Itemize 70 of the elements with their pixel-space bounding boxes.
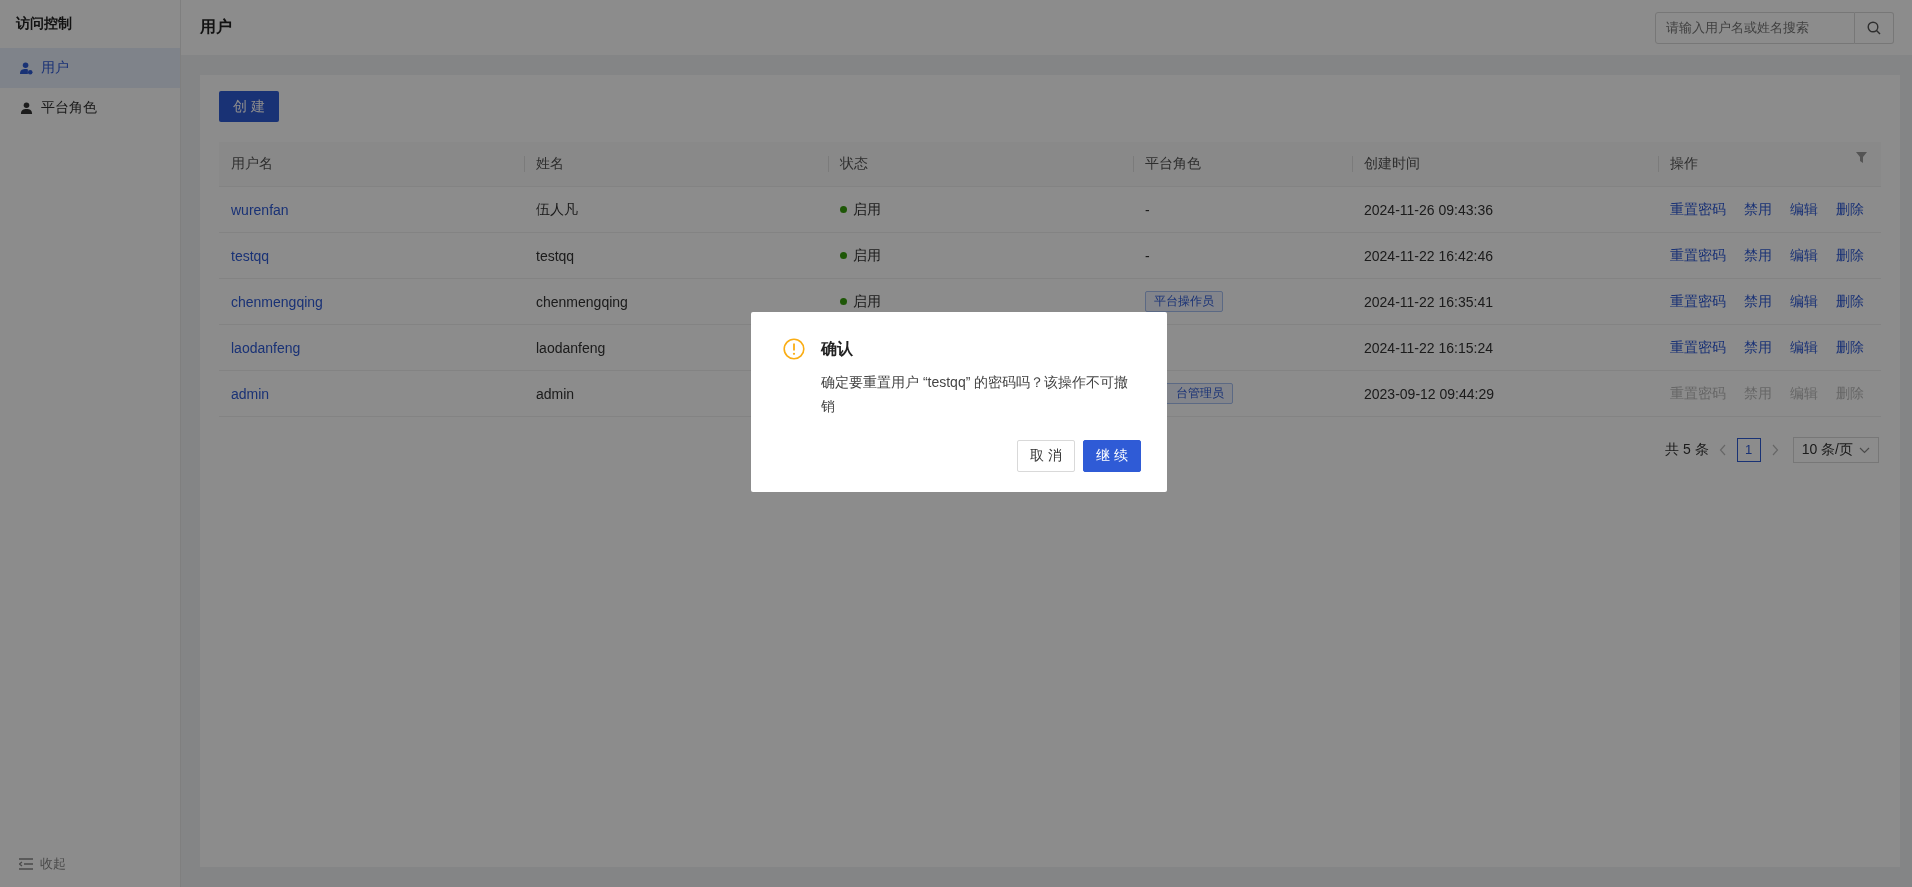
action-link[interactable]: 编辑 bbox=[1790, 246, 1818, 265]
user-icon bbox=[20, 61, 33, 75]
page-size-select[interactable]: 10 条/页 bbox=[1792, 437, 1879, 463]
dialog-message: 确定要重置用户 “testqq” 的密码吗？该操作不可撤销 bbox=[821, 373, 1129, 416]
continue-button[interactable]: 继 续 bbox=[1083, 440, 1141, 472]
status-dot bbox=[840, 298, 847, 305]
cancel-button[interactable]: 取 消 bbox=[1017, 440, 1076, 472]
action-link[interactable]: 重置密码 bbox=[1670, 338, 1726, 357]
table-cell: laodanfeng bbox=[536, 339, 606, 356]
user-icon bbox=[20, 101, 33, 115]
username-link[interactable]: wurenfan bbox=[231, 201, 289, 218]
action-link[interactable]: 禁用 bbox=[1744, 246, 1772, 265]
sidebar-item[interactable]: 平台角色 bbox=[0, 88, 180, 128]
table-cell: testqq bbox=[536, 247, 575, 264]
search-button[interactable] bbox=[1855, 11, 1894, 44]
table-cell: 2024-11-22 16:42:46 bbox=[1364, 247, 1493, 264]
total-count: 共 5 条 bbox=[1665, 441, 1709, 459]
action-link[interactable]: 编辑 bbox=[1790, 292, 1818, 311]
status-text: 启用 bbox=[853, 246, 881, 265]
table-cell: 2024-11-26 09:43:36 bbox=[1364, 201, 1493, 218]
status-text: 启用 bbox=[853, 200, 881, 219]
next-page-icon[interactable] bbox=[1770, 444, 1779, 456]
sidebar-item[interactable]: 用户 bbox=[0, 48, 180, 88]
action-link[interactable]: 编辑 bbox=[1790, 338, 1818, 357]
search-field[interactable]: 请输入用户名或姓名搜索 bbox=[1655, 11, 1855, 44]
action-link[interactable]: 禁用 bbox=[1744, 292, 1772, 311]
action-link[interactable]: 删除 bbox=[1836, 246, 1864, 265]
column-header: 平台角色 bbox=[1145, 155, 1201, 173]
action-link[interactable]: 禁用 bbox=[1744, 338, 1772, 357]
username-link[interactable]: laodanfeng bbox=[231, 339, 301, 356]
table-cell: 伍人凡 bbox=[536, 200, 578, 219]
username-link[interactable]: admin bbox=[231, 385, 270, 402]
caret-icon bbox=[1859, 446, 1870, 454]
column-header: 创建时间 bbox=[1364, 155, 1420, 173]
warning-icon bbox=[783, 338, 805, 360]
create-button[interactable]: 创 建 bbox=[219, 91, 279, 122]
table-cell: - bbox=[1145, 201, 1150, 218]
username-link[interactable]: testqq bbox=[231, 247, 270, 264]
status-dot bbox=[840, 252, 847, 259]
page-title: 用户 bbox=[200, 17, 232, 37]
collapse-icon bbox=[19, 858, 33, 870]
table-cell: chenmengqing bbox=[536, 293, 628, 310]
column-header: 姓名 bbox=[536, 155, 564, 173]
action-link[interactable]: 禁用 bbox=[1744, 200, 1772, 219]
table-cell: admin bbox=[536, 385, 575, 402]
column-header: 状态 bbox=[840, 155, 868, 173]
action-link[interactable]: 编辑 bbox=[1790, 200, 1818, 219]
column-header: 操作 bbox=[1670, 155, 1698, 173]
table-cell: 2023-09-12 09:44:29 bbox=[1364, 385, 1494, 402]
dialog-title: 确认 bbox=[821, 338, 853, 359]
search-icon bbox=[1867, 20, 1881, 35]
filter-icon[interactable] bbox=[1856, 152, 1867, 163]
username-link[interactable]: chenmengqing bbox=[231, 293, 323, 310]
action-link[interactable]: 重置密码 bbox=[1670, 200, 1726, 219]
collapse-button[interactable]: 收起 bbox=[0, 855, 180, 887]
sidebar-title: 访问控制 bbox=[14, 14, 73, 33]
status-text: 启用 bbox=[853, 292, 881, 311]
action-link[interactable]: 删除 bbox=[1836, 338, 1864, 357]
action-link[interactable]: 重置密码 bbox=[1670, 246, 1726, 265]
previous-page-icon[interactable] bbox=[1718, 444, 1727, 456]
table-cell: - bbox=[1145, 247, 1150, 264]
status-dot bbox=[840, 206, 847, 213]
table-cell: 2024-11-22 16:35:41 bbox=[1364, 293, 1493, 310]
page-number[interactable]: 1 bbox=[1736, 438, 1761, 462]
column-header: 用户名 bbox=[231, 155, 273, 173]
action-link[interactable]: 删除 bbox=[1836, 292, 1864, 311]
table-cell: 2024-11-22 16:15:24 bbox=[1364, 339, 1493, 356]
action-link[interactable]: 删除 bbox=[1836, 200, 1864, 219]
role-tag: 平台操作员 bbox=[1145, 291, 1223, 312]
action-link[interactable]: 重置密码 bbox=[1670, 292, 1726, 311]
